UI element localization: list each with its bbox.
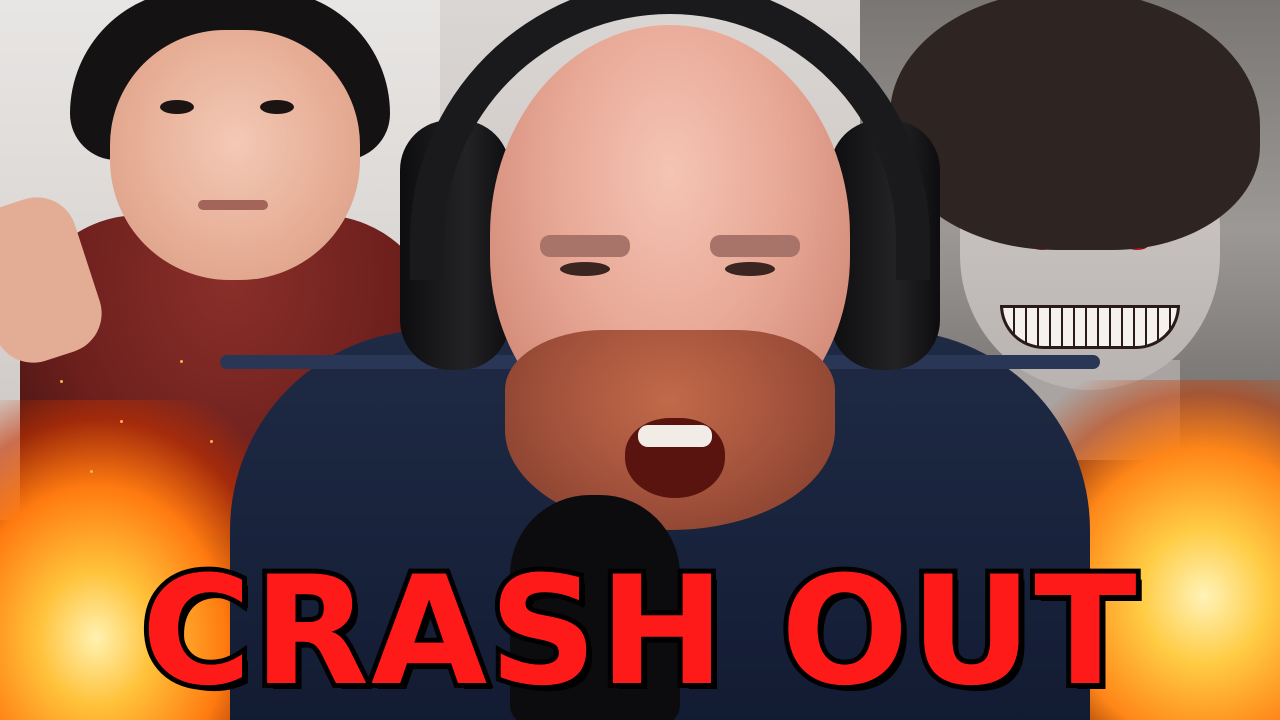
video-thumbnail[interactable]: CRASH OUT CRASH OUT	[0, 0, 1280, 720]
headphones-icon	[410, 0, 930, 280]
streamer-eye	[725, 262, 775, 276]
spark	[210, 440, 213, 443]
spark	[90, 470, 93, 473]
spark	[180, 360, 183, 363]
thumbnail-title-fill: CRASH OUT	[141, 545, 1139, 719]
spark	[60, 380, 63, 383]
spark	[120, 420, 123, 423]
left-person-eye	[160, 100, 194, 114]
streamer-brow	[710, 235, 800, 257]
streamer-teeth	[638, 425, 712, 447]
streamer-brow	[540, 235, 630, 257]
streamer-eye	[560, 262, 610, 276]
